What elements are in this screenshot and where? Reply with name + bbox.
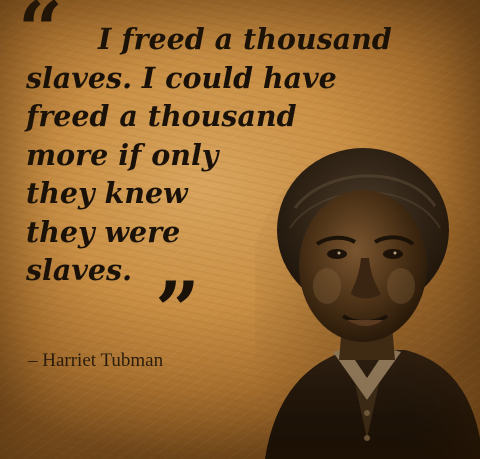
vignette-overlay [0,0,480,459]
quote-poster: “ I freed a thousand slaves. I could hav… [0,0,480,459]
